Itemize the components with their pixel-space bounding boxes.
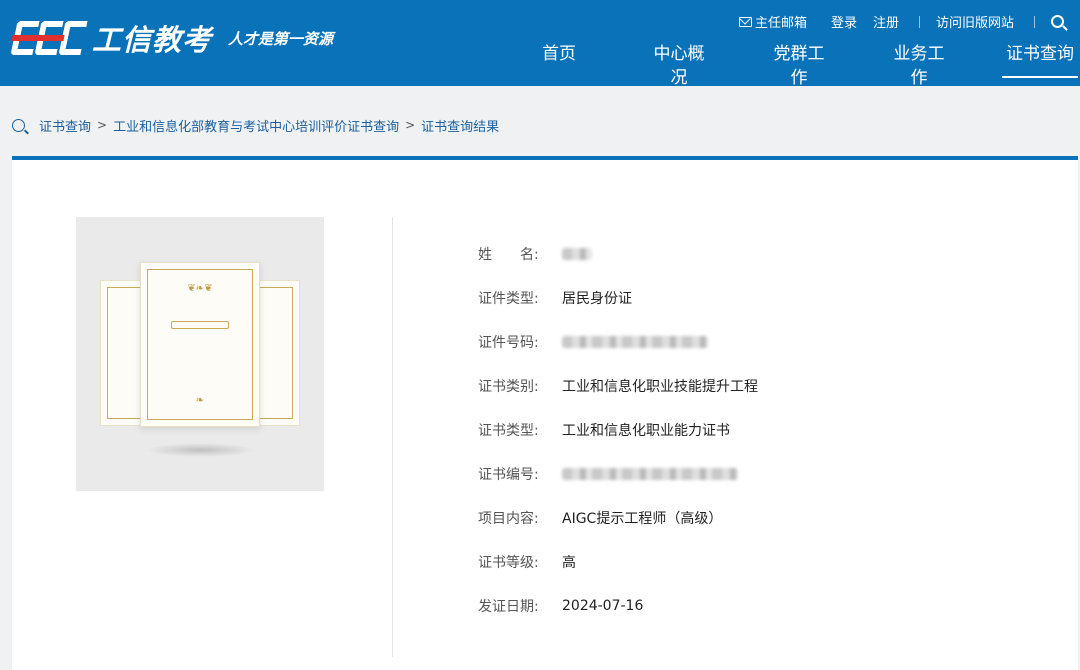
masked-value <box>562 248 592 260</box>
certificate-sheet: ❦❧❦ ❧ <box>140 262 260 427</box>
field-label: 项目内容: <box>478 511 539 527</box>
nav-party[interactable]: 党群工作 <box>766 42 832 88</box>
divider <box>1034 15 1035 28</box>
breadcrumb-item[interactable]: 证书查询 <box>39 116 91 135</box>
chevron-right-icon: > <box>97 118 108 132</box>
field-label: 证书等级: <box>478 555 539 571</box>
divider <box>392 217 393 657</box>
chevron-right-icon: > <box>405 118 416 132</box>
field-label: 姓 名: <box>478 247 539 263</box>
mail-icon <box>738 16 752 27</box>
search-icon <box>12 118 25 132</box>
field-cert-category: 证书类别: 工业和信息化职业技能提升工程 <box>478 376 758 396</box>
site-header: 工信教考 人才是第一资源 主任邮箱 登录 注册 访问旧版网站 首页 中心概况 党… <box>0 0 1080 88</box>
field-label: 证书编号: <box>478 467 539 483</box>
field-label: 证书类别: <box>478 379 539 395</box>
field-value: 2024-07-16 <box>562 598 644 614</box>
field-project: 项目内容: AIGC提示工程师（高级） <box>478 508 722 528</box>
divider <box>918 15 920 28</box>
top-links: 主任邮箱 登录 注册 访问旧版网站 <box>723 12 1064 31</box>
field-value: 工业和信息化职业能力证书 <box>562 423 730 439</box>
nav-home[interactable]: 首页 <box>541 42 577 78</box>
register-link[interactable]: 注册 <box>873 12 899 31</box>
ornament-icon: ❧ <box>195 395 205 406</box>
field-level: 证书等级: 高 <box>478 552 576 572</box>
field-id-number: 证件号码: <box>478 332 708 352</box>
breadcrumb-item-current: 证书查询结果 <box>421 119 500 135</box>
field-label: 证件号码: <box>478 335 539 351</box>
field-id-type: 证件类型: 居民身份证 <box>478 288 632 308</box>
field-value: 高 <box>562 555 576 571</box>
field-label: 发证日期: <box>478 599 539 615</box>
ornament-icon: ❦❧❦ <box>187 283 213 294</box>
field-name: 姓 名: <box>478 244 592 264</box>
field-value: AIGC提示工程师（高级） <box>562 511 723 527</box>
ribbon-icon <box>171 321 229 329</box>
masked-value <box>562 336 708 348</box>
field-issue-date: 发证日期: 2024-07-16 <box>478 596 643 616</box>
old-site-link[interactable]: 访问旧版网站 <box>936 12 1014 31</box>
certificate-image: ❦❧❦ ❧ <box>76 217 324 491</box>
result-card: ❦❧❦ ❧ 姓 名: 证件类型: 居民身份证 证件号码: 证书类别: 工业和信息… <box>12 156 1078 670</box>
field-cert-number: 证书编号: <box>478 464 738 484</box>
masked-value <box>562 468 738 480</box>
mailbox-label: 主任邮箱 <box>754 16 807 31</box>
breadcrumb: 证书查询 > 工业和信息化部教育与考试中心培训评价证书查询 > 证书查询结果 <box>12 114 499 136</box>
search-icon[interactable] <box>1051 15 1064 28</box>
main-nav: 首页 中心概况 党群工作 业务工作 证书查询 <box>0 42 1080 88</box>
nav-business[interactable]: 业务工作 <box>886 42 952 88</box>
field-label: 证件类型: <box>478 291 539 307</box>
field-value: 居民身份证 <box>562 291 632 307</box>
nav-certificate-query[interactable]: 证书查询 <box>1002 42 1078 78</box>
director-mailbox-link[interactable]: 主任邮箱 <box>738 12 807 31</box>
field-cert-type: 证书类型: 工业和信息化职业能力证书 <box>478 420 730 440</box>
field-label: 证书类型: <box>478 423 539 439</box>
breadcrumb-item[interactable]: 工业和信息化部教育与考试中心培训评价证书查询 <box>113 116 399 135</box>
field-value: 工业和信息化职业技能提升工程 <box>562 379 758 395</box>
login-link[interactable]: 登录 <box>831 12 857 31</box>
nav-about[interactable]: 中心概况 <box>646 42 712 88</box>
